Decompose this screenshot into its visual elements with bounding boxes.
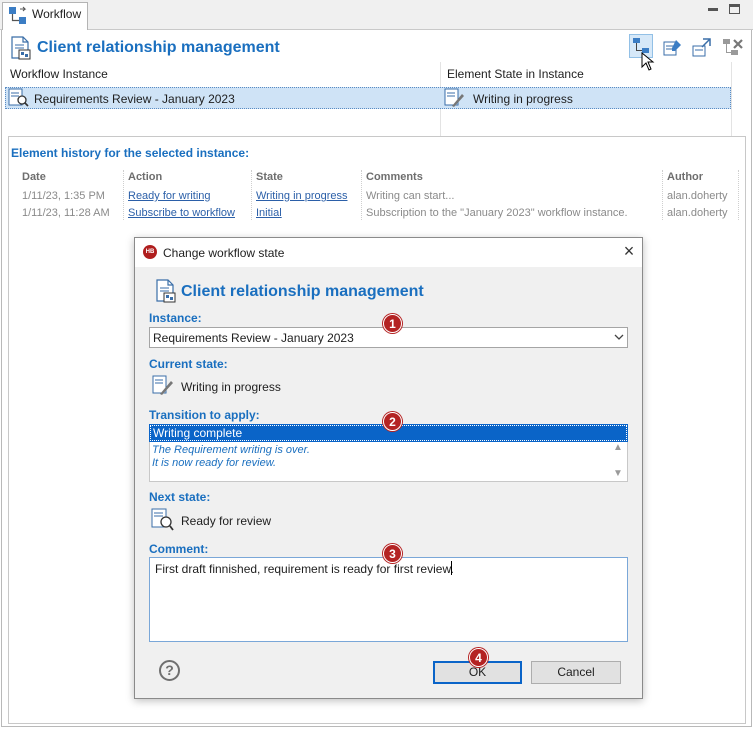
current-state-value: Writing in progress <box>181 380 281 394</box>
cancel-button[interactable]: Cancel <box>531 661 621 684</box>
history-column-divider <box>123 170 124 220</box>
history-row-comment: Writing can start... <box>366 190 455 202</box>
history-row-comment: Subscription to the "January 2023" workf… <box>366 207 628 219</box>
app-logo-icon: HB <box>143 245 157 259</box>
history-row-state-link[interactable]: Initial <box>256 207 282 219</box>
history-header-author[interactable]: Author <box>667 171 703 183</box>
history-row-date: 1/11/23, 11:28 AM <box>22 207 110 219</box>
history-row-author: alan.doherty <box>667 190 728 202</box>
scroll-up-icon[interactable]: ▲ <box>613 442 623 453</box>
history-row-action-link[interactable]: Ready for writing <box>128 190 211 202</box>
maximize-view-button[interactable] <box>729 4 740 14</box>
table-edge <box>731 62 732 136</box>
chevron-down-icon[interactable] <box>611 328 627 347</box>
workflow-tab-label: Workflow <box>32 7 82 21</box>
history-column-divider <box>738 170 739 220</box>
transition-description: The Requirement writing is over. <box>152 444 310 456</box>
history-header-action[interactable]: Action <box>128 171 162 183</box>
history-header-date[interactable]: Date <box>22 171 46 183</box>
history-row-action-link[interactable]: Subscribe to workflow <box>128 207 235 219</box>
history-header-comments[interactable]: Comments <box>366 171 423 183</box>
history-row-state-link[interactable]: Writing in progress <box>256 190 348 202</box>
minimize-view-button[interactable] <box>708 8 718 11</box>
callout-marker-4: 4 <box>469 648 488 667</box>
workflow-instance-icon <box>8 88 29 107</box>
workflow-icon <box>9 6 27 24</box>
document-workflow-icon <box>156 279 176 303</box>
next-state-value: Ready for review <box>181 514 272 528</box>
instance-name-cell: Requirements Review - January 2023 <box>34 92 235 106</box>
history-column-divider <box>662 170 663 220</box>
next-state-label: Next state: <box>149 490 211 504</box>
history-title: Element history for the selected instanc… <box>11 146 250 160</box>
view-title: Client relationship management <box>37 39 280 56</box>
instance-select-value: Requirements Review - January 2023 <box>153 331 354 345</box>
callout-marker-1: 1 <box>383 314 402 333</box>
history-row-author: alan.doherty <box>667 207 728 219</box>
subscribe-workflow-icon[interactable] <box>691 37 713 59</box>
help-icon[interactable]: ? <box>159 660 180 681</box>
callout-marker-3: 3 <box>383 544 402 563</box>
view-tab-bar <box>0 0 753 30</box>
column-header-element-state[interactable]: Element State in Instance <box>447 67 584 81</box>
history-row-date: 1/11/23, 1:35 PM <box>22 190 105 202</box>
comment-text: First draft finnished, requirement is re… <box>155 562 454 576</box>
transition-label: Transition to apply: <box>149 408 260 422</box>
ready-for-review-icon <box>151 508 174 531</box>
history-column-divider <box>251 170 252 220</box>
column-header-workflow-instance[interactable]: Workflow Instance <box>10 67 108 81</box>
comment-label: Comment: <box>149 542 209 556</box>
edit-state-icon[interactable] <box>662 37 684 59</box>
writing-in-progress-icon <box>444 88 464 107</box>
callout-marker-2: 2 <box>383 412 402 431</box>
unsubscribe-workflow-icon[interactable] <box>721 36 745 60</box>
dialog-heading: Client relationship management <box>181 283 424 300</box>
dialog-title: Change workflow state <box>163 246 285 260</box>
close-icon[interactable]: × <box>620 242 638 260</box>
history-header-state[interactable]: State <box>256 171 283 183</box>
document-workflow-icon <box>11 36 31 60</box>
writing-in-progress-icon <box>152 375 173 395</box>
instance-label: Instance: <box>149 311 202 325</box>
scroll-down-icon[interactable]: ▼ <box>613 468 623 479</box>
text-caret <box>451 561 452 575</box>
history-column-divider <box>361 170 362 220</box>
current-state-label: Current state: <box>149 357 228 371</box>
instance-state-cell: Writing in progress <box>473 92 573 106</box>
transition-description: It is now ready for review. <box>152 457 277 469</box>
mouse-cursor-icon <box>641 52 655 71</box>
